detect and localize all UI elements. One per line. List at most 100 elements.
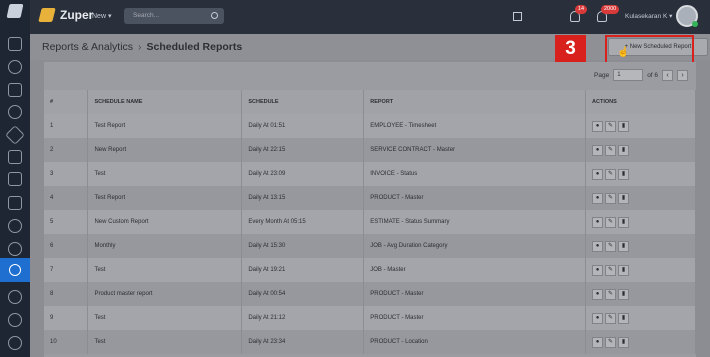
delete-icon[interactable]: ▮ [618, 168, 630, 180]
row-schedule-name: New Report [87, 138, 243, 162]
row-actions: ● ✎ ▮ [585, 138, 696, 162]
next-page-icon[interactable]: › [677, 69, 689, 81]
delete-icon[interactable]: ▮ [618, 240, 630, 252]
table-row: 5 New Custom Report Every Month At 05:15 ES… [44, 210, 696, 234]
tag-icon[interactable] [5, 125, 25, 145]
row-actions: ● ✎ ▮ [585, 186, 696, 210]
row-number: 1 [44, 114, 89, 138]
person-icon[interactable] [8, 242, 22, 256]
users-icon[interactable] [8, 60, 22, 74]
app-logo[interactable] [0, 0, 30, 22]
delete-icon[interactable]: ▮ [618, 312, 630, 324]
edit-icon[interactable]: ✎ [605, 192, 617, 204]
table-row: 3 Test Daily At 23:09 INVOICE - Status ● ✎ ▮ [44, 162, 696, 186]
page-input[interactable]: 1 [613, 69, 644, 81]
view-icon[interactable]: ● [592, 192, 604, 204]
view-icon[interactable]: ● [592, 312, 604, 324]
table-row: 1 Test Report Daily At 01:51 EMPLOYEE - Tim… [44, 114, 696, 138]
view-icon[interactable]: ● [592, 120, 604, 132]
row-report: INVOICE - Status [363, 162, 587, 186]
column-header-actions: ACTIONS [585, 90, 696, 114]
row-schedule-name: Monthly [87, 234, 243, 258]
table-header-row: # SCHEDULE NAME SCHEDULE REPORT ACTIONS [44, 90, 696, 114]
row-schedule: Daily At 19:21 [241, 258, 365, 282]
row-actions: ● ✎ ▮ [585, 162, 696, 186]
delete-icon[interactable]: ▮ [618, 264, 630, 276]
column-header-schedule[interactable]: SCHEDULE [241, 90, 365, 114]
table-row: 6 Monthly Daily At 15:30 JOB - Avg Duration… [44, 234, 696, 258]
edit-icon[interactable]: ✎ [605, 120, 617, 132]
view-icon[interactable]: ● [592, 216, 604, 228]
left-nav-rail [0, 0, 30, 357]
book-icon[interactable] [8, 83, 22, 97]
delete-icon[interactable]: ▮ [618, 192, 630, 204]
invoice-icon[interactable] [8, 150, 22, 164]
row-schedule-name: Test Report [87, 114, 243, 138]
edit-icon[interactable]: ✎ [605, 336, 617, 348]
edit-icon[interactable]: ✎ [605, 264, 617, 276]
search-icon[interactable] [211, 12, 218, 19]
row-schedule-name: Test [87, 258, 243, 282]
edit-icon[interactable]: ✎ [605, 288, 617, 300]
edit-icon[interactable]: ✎ [605, 216, 617, 228]
table-row: 2 New Report Daily At 22:15 SERVICE CONTRAC… [44, 138, 696, 162]
view-icon[interactable]: ● [592, 336, 604, 348]
row-report: PRODUCT - Master [363, 282, 587, 306]
row-actions: ● ✎ ▮ [585, 210, 696, 234]
delete-icon[interactable]: ▮ [618, 120, 630, 132]
row-number: 6 [44, 234, 89, 258]
brand[interactable]: Zuper [38, 8, 93, 22]
online-status-dot [692, 21, 698, 27]
box-icon[interactable] [8, 172, 22, 186]
view-icon[interactable]: ● [592, 168, 604, 180]
row-schedule: Every Month At 05:15 [241, 210, 365, 234]
column-header-number: # [44, 90, 89, 114]
edit-icon[interactable]: ✎ [605, 240, 617, 252]
edit-icon[interactable]: ✎ [605, 144, 617, 156]
edit-icon[interactable]: ✎ [605, 312, 617, 324]
search-input[interactable]: Search... [124, 8, 224, 24]
view-icon[interactable]: ● [592, 240, 604, 252]
clock-icon[interactable] [8, 105, 22, 119]
view-icon[interactable]: ● [592, 288, 604, 300]
delete-icon[interactable]: ▮ [618, 336, 630, 348]
delete-icon[interactable]: ▮ [618, 216, 630, 228]
calendar-icon[interactable] [8, 37, 22, 51]
breadcrumb-root[interactable]: Reports & Analytics [42, 41, 133, 53]
row-number: 8 [44, 282, 89, 306]
view-icon[interactable]: ● [592, 264, 604, 276]
delete-icon[interactable]: ▮ [618, 288, 630, 300]
row-actions: ● ✎ ▮ [585, 282, 696, 306]
shield-icon[interactable] [8, 290, 22, 304]
delete-icon[interactable]: ▮ [618, 144, 630, 156]
apps-grid-icon[interactable] [513, 12, 522, 21]
prev-page-icon[interactable]: ‹ [662, 69, 674, 81]
table-row: 8 Product master report Daily At 00:54 PROD… [44, 282, 696, 306]
row-actions: ● ✎ ▮ [585, 114, 696, 138]
row-report: PRODUCT - Master [363, 186, 587, 210]
handshake-icon[interactable] [8, 219, 22, 233]
column-header-report[interactable]: REPORT [363, 90, 587, 114]
new-dropdown-button[interactable]: New ▾ [92, 12, 111, 20]
view-icon[interactable]: ● [592, 144, 604, 156]
row-schedule-name: Product master report [87, 282, 243, 306]
column-header-name[interactable]: SCHEDULE NAME [87, 90, 243, 114]
row-schedule-name: New Custom Report [87, 210, 243, 234]
reports-icon[interactable] [0, 258, 30, 282]
page-title: Scheduled Reports [146, 41, 243, 53]
notification-count-badge: 2000 [601, 5, 620, 14]
folder-icon[interactable] [8, 196, 22, 210]
row-report: JOB - Master [363, 258, 587, 282]
row-schedule-name: Test [87, 330, 243, 354]
chat-count-badge: 14 [575, 5, 588, 14]
row-schedule: Daily At 00:54 [241, 282, 365, 306]
edit-icon[interactable]: ✎ [605, 168, 617, 180]
help-icon[interactable] [8, 336, 22, 350]
breadcrumb: Reports & Analytics › Scheduled Reports [42, 41, 242, 53]
breadcrumb-separator: › [138, 41, 142, 53]
reports-panel: Page 1 of 6 ‹ › # SCHEDULE NAME SCHEDULE… [44, 62, 696, 357]
search-placeholder: Search... [133, 12, 160, 19]
user-menu[interactable]: Kulasekaran K ▾ [625, 12, 672, 20]
settings-icon[interactable] [8, 313, 22, 327]
table-row: 7 Test Daily At 19:21 JOB - Master ● ✎ ▮ [44, 258, 696, 282]
